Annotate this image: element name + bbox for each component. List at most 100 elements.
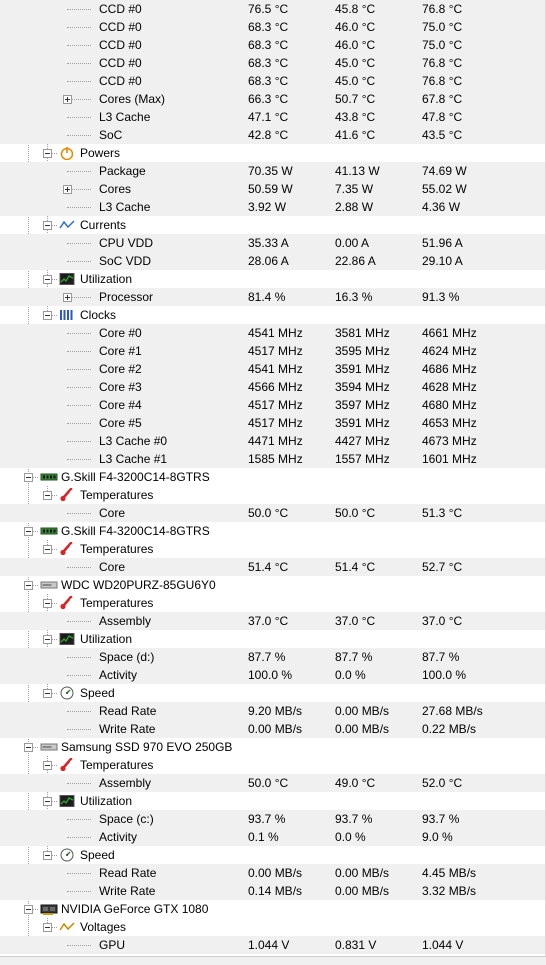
collapse-toggle[interactable] (43, 545, 52, 554)
row-label: Clocks (80, 308, 117, 322)
max-value: 1601 MHz (422, 452, 477, 466)
current-value: 51.4 °C (248, 560, 289, 574)
collapse-toggle[interactable] (24, 473, 33, 482)
sensor-row[interactable]: Activity 0.1 % 0.0 % 9.0 % (0, 828, 546, 846)
category-row[interactable]: Temperatures (0, 540, 546, 558)
max-value: 1.044 V (422, 938, 464, 952)
sensor-row[interactable]: Processor 81.4 % 16.3 % 91.3 % (0, 288, 546, 306)
collapse-toggle[interactable] (43, 851, 52, 860)
max-value: 76.8 °C (422, 56, 463, 70)
row-label: Write Rate (99, 884, 156, 898)
category-row[interactable]: Utilization (0, 792, 546, 810)
tree-connector (67, 351, 91, 352)
category-row[interactable]: Clocks (0, 306, 546, 324)
collapse-toggle[interactable] (24, 743, 33, 752)
min-value: 41.6 °C (335, 128, 376, 142)
category-row[interactable]: Temperatures (0, 486, 546, 504)
thermometer-icon (59, 487, 75, 502)
sensor-row[interactable]: CCD #0 76.5 °C 45.8 °C 76.8 °C (0, 0, 546, 18)
sensor-row[interactable]: Core #4 4517 MHz 3597 MHz 4680 MHz (0, 396, 546, 414)
sensor-row[interactable]: Core #2 4541 MHz 3591 MHz 4686 MHz (0, 360, 546, 378)
device-row[interactable]: NVIDIA GeForce GTX 1080 (0, 900, 546, 918)
collapse-toggle[interactable] (24, 527, 33, 536)
min-value: 16.3 % (335, 290, 373, 304)
collapse-toggle[interactable] (43, 221, 52, 230)
device-row[interactable]: G.Skill F4-3200C14-8GTRS (0, 468, 546, 486)
collapse-toggle[interactable] (43, 275, 52, 284)
min-value: 3581 MHz (335, 326, 390, 340)
row-label: CCD #0 (99, 38, 142, 52)
sensor-row[interactable]: Core 50.0 °C 50.0 °C 51.3 °C (0, 504, 546, 522)
category-row[interactable]: Speed (0, 846, 546, 864)
expand-toggle[interactable] (63, 95, 72, 104)
sensor-row[interactable]: Space (c:) 93.7 % 93.7 % 93.7 % (0, 810, 546, 828)
tree-connector (67, 675, 91, 676)
expand-toggle[interactable] (63, 293, 72, 302)
max-value: 29.10 A (422, 254, 463, 268)
sensor-row[interactable]: SoC VDD 28.06 A 22.86 A 29.10 A (0, 252, 546, 270)
collapse-toggle[interactable] (43, 491, 52, 500)
sensor-row[interactable]: Cores (Max) 66.3 °C 50.7 °C 67.8 °C (0, 90, 546, 108)
sensor-row[interactable]: L3 Cache 3.92 W 2.88 W 4.36 W (0, 198, 546, 216)
tree-connector (67, 513, 91, 514)
sensor-row[interactable]: Cores 50.59 W 7.35 W 55.02 W (0, 180, 546, 198)
sensor-row[interactable]: CCD #0 68.3 °C 45.0 °C 76.8 °C (0, 72, 546, 90)
sensor-row[interactable]: Core #3 4566 MHz 3594 MHz 4628 MHz (0, 378, 546, 396)
sensor-row[interactable]: L3 Cache #0 4471 MHz 4427 MHz 4673 MHz (0, 432, 546, 450)
collapse-toggle[interactable] (43, 797, 52, 806)
sensor-tree[interactable]: CCD #0 76.5 °C 45.8 °C 76.8 °C CCD #0 68.3 °C… (0, 0, 546, 956)
sensor-row[interactable]: CCD #0 68.3 °C 46.0 °C 75.0 °C (0, 36, 546, 54)
collapse-toggle[interactable] (43, 599, 52, 608)
collapse-toggle[interactable] (24, 581, 33, 590)
collapse-toggle[interactable] (43, 635, 52, 644)
sensor-row[interactable]: Package 70.35 W 41.13 W 74.69 W (0, 162, 546, 180)
sensor-row[interactable]: Core #0 4541 MHz 3581 MHz 4661 MHz (0, 324, 546, 342)
sensor-row[interactable]: Write Rate 0.00 MB/s 0.00 MB/s 0.22 MB/s (0, 720, 546, 738)
collapse-toggle[interactable] (43, 923, 52, 932)
current-value: 1585 MHz (248, 452, 303, 466)
sensor-row[interactable]: Core #5 4517 MHz 3591 MHz 4653 MHz (0, 414, 546, 432)
category-row[interactable]: Voltages (0, 918, 546, 936)
category-row[interactable]: Utilization (0, 630, 546, 648)
sensor-row[interactable]: L3 Cache #1 1585 MHz 1557 MHz 1601 MHz (0, 450, 546, 468)
sensor-row[interactable]: GPU 1.044 V 0.831 V 1.044 V (0, 936, 546, 954)
category-row[interactable]: Speed (0, 684, 546, 702)
expand-toggle[interactable] (63, 185, 72, 194)
category-row[interactable]: Temperatures (0, 594, 546, 612)
sensor-row[interactable]: Core 51.4 °C 51.4 °C 52.7 °C (0, 558, 546, 576)
sensor-row[interactable]: Activity 100.0 % 0.0 % 100.0 % (0, 666, 546, 684)
sensor-row[interactable]: Core #1 4517 MHz 3595 MHz 4624 MHz (0, 342, 546, 360)
row-label: L3 Cache (99, 200, 151, 214)
tree-connector (67, 243, 91, 244)
device-row[interactable]: G.Skill F4-3200C14-8GTRS (0, 522, 546, 540)
sensor-row[interactable]: Assembly 50.0 °C 49.0 °C 52.0 °C (0, 774, 546, 792)
collapse-toggle[interactable] (43, 149, 52, 158)
sensor-row[interactable]: CPU VDD 35.33 A 0.00 A 51.96 A (0, 234, 546, 252)
sensor-row[interactable]: CCD #0 68.3 °C 45.0 °C 76.8 °C (0, 54, 546, 72)
sensor-row[interactable]: Read Rate 0.00 MB/s 0.00 MB/s 4.45 MB/s (0, 864, 546, 882)
sensor-row[interactable]: L3 Cache 47.1 °C 43.8 °C 47.8 °C (0, 108, 546, 126)
category-row[interactable]: Currents (0, 216, 546, 234)
max-value: 51.3 °C (422, 506, 463, 520)
sensor-row[interactable]: SoC 42.8 °C 41.6 °C 43.5 °C (0, 126, 546, 144)
sensor-row[interactable]: Read Rate 9.20 MB/s 0.00 MB/s 27.68 MB/s (0, 702, 546, 720)
tree-connector (67, 819, 91, 820)
device-row[interactable]: Samsung SSD 970 EVO 250GB (0, 738, 546, 756)
row-label: Samsung SSD 970 EVO 250GB (61, 740, 233, 754)
sensor-row[interactable]: CCD #0 68.3 °C 46.0 °C 75.0 °C (0, 18, 546, 36)
sensor-row[interactable]: Space (d:) 87.7 % 87.7 % 87.7 % (0, 648, 546, 666)
collapse-toggle[interactable] (43, 761, 52, 770)
collapse-toggle[interactable] (24, 905, 33, 914)
category-row[interactable]: Utilization (0, 270, 546, 288)
category-row[interactable]: Powers (0, 144, 546, 162)
sensor-row[interactable]: Write Rate 0.14 MB/s 0.00 MB/s 3.32 MB/s (0, 882, 546, 900)
tree-connector (67, 423, 91, 424)
collapse-toggle[interactable] (43, 689, 52, 698)
collapse-toggle[interactable] (43, 311, 52, 320)
current-value: 50.0 °C (248, 506, 289, 520)
sensor-row[interactable]: Assembly 37.0 °C 37.0 °C 37.0 °C (0, 612, 546, 630)
min-value: 37.0 °C (335, 614, 376, 628)
category-row[interactable]: Temperatures (0, 756, 546, 774)
tree-connector (67, 369, 91, 370)
device-row[interactable]: WDC WD20PURZ-85GU6Y0 (0, 576, 546, 594)
